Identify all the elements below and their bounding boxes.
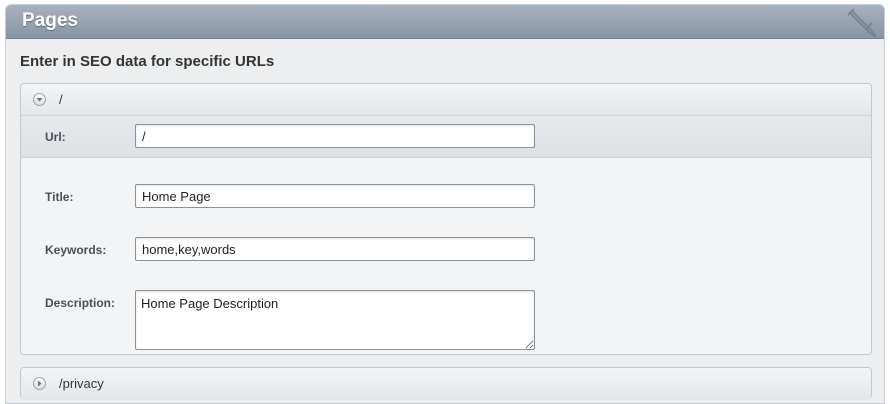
section-heading: Enter in SEO data for specific URLs bbox=[20, 53, 275, 70]
chevron-right-icon[interactable] bbox=[33, 377, 46, 390]
description-label: Description: bbox=[45, 296, 116, 310]
title-input[interactable] bbox=[135, 184, 535, 208]
url-label: Url: bbox=[45, 130, 66, 144]
panel-title: Pages bbox=[22, 10, 78, 31]
chevron-down-icon[interactable] bbox=[33, 93, 46, 106]
pencil-icon bbox=[847, 8, 877, 38]
accordion-header[interactable]: / bbox=[21, 84, 871, 116]
accordion-label: /privacy bbox=[59, 376, 104, 391]
pages-panel: Pages Enter in SEO data for specific URL… bbox=[5, 4, 885, 404]
page-accordion-item: / Url: Title: Keywords: Description: Hom… bbox=[20, 83, 872, 355]
url-row: Url: bbox=[21, 116, 871, 158]
keywords-input[interactable] bbox=[135, 237, 535, 261]
url-input[interactable] bbox=[135, 124, 535, 148]
panel-header: Pages bbox=[6, 5, 884, 39]
description-textarea[interactable]: Home Page Description bbox=[135, 290, 535, 350]
accordion-header[interactable]: /privacy bbox=[21, 368, 871, 400]
keywords-label: Keywords: bbox=[45, 243, 107, 257]
page-accordion-item: /privacy bbox=[20, 367, 872, 400]
accordion-label: / bbox=[59, 92, 63, 107]
title-label: Title: bbox=[45, 190, 74, 204]
